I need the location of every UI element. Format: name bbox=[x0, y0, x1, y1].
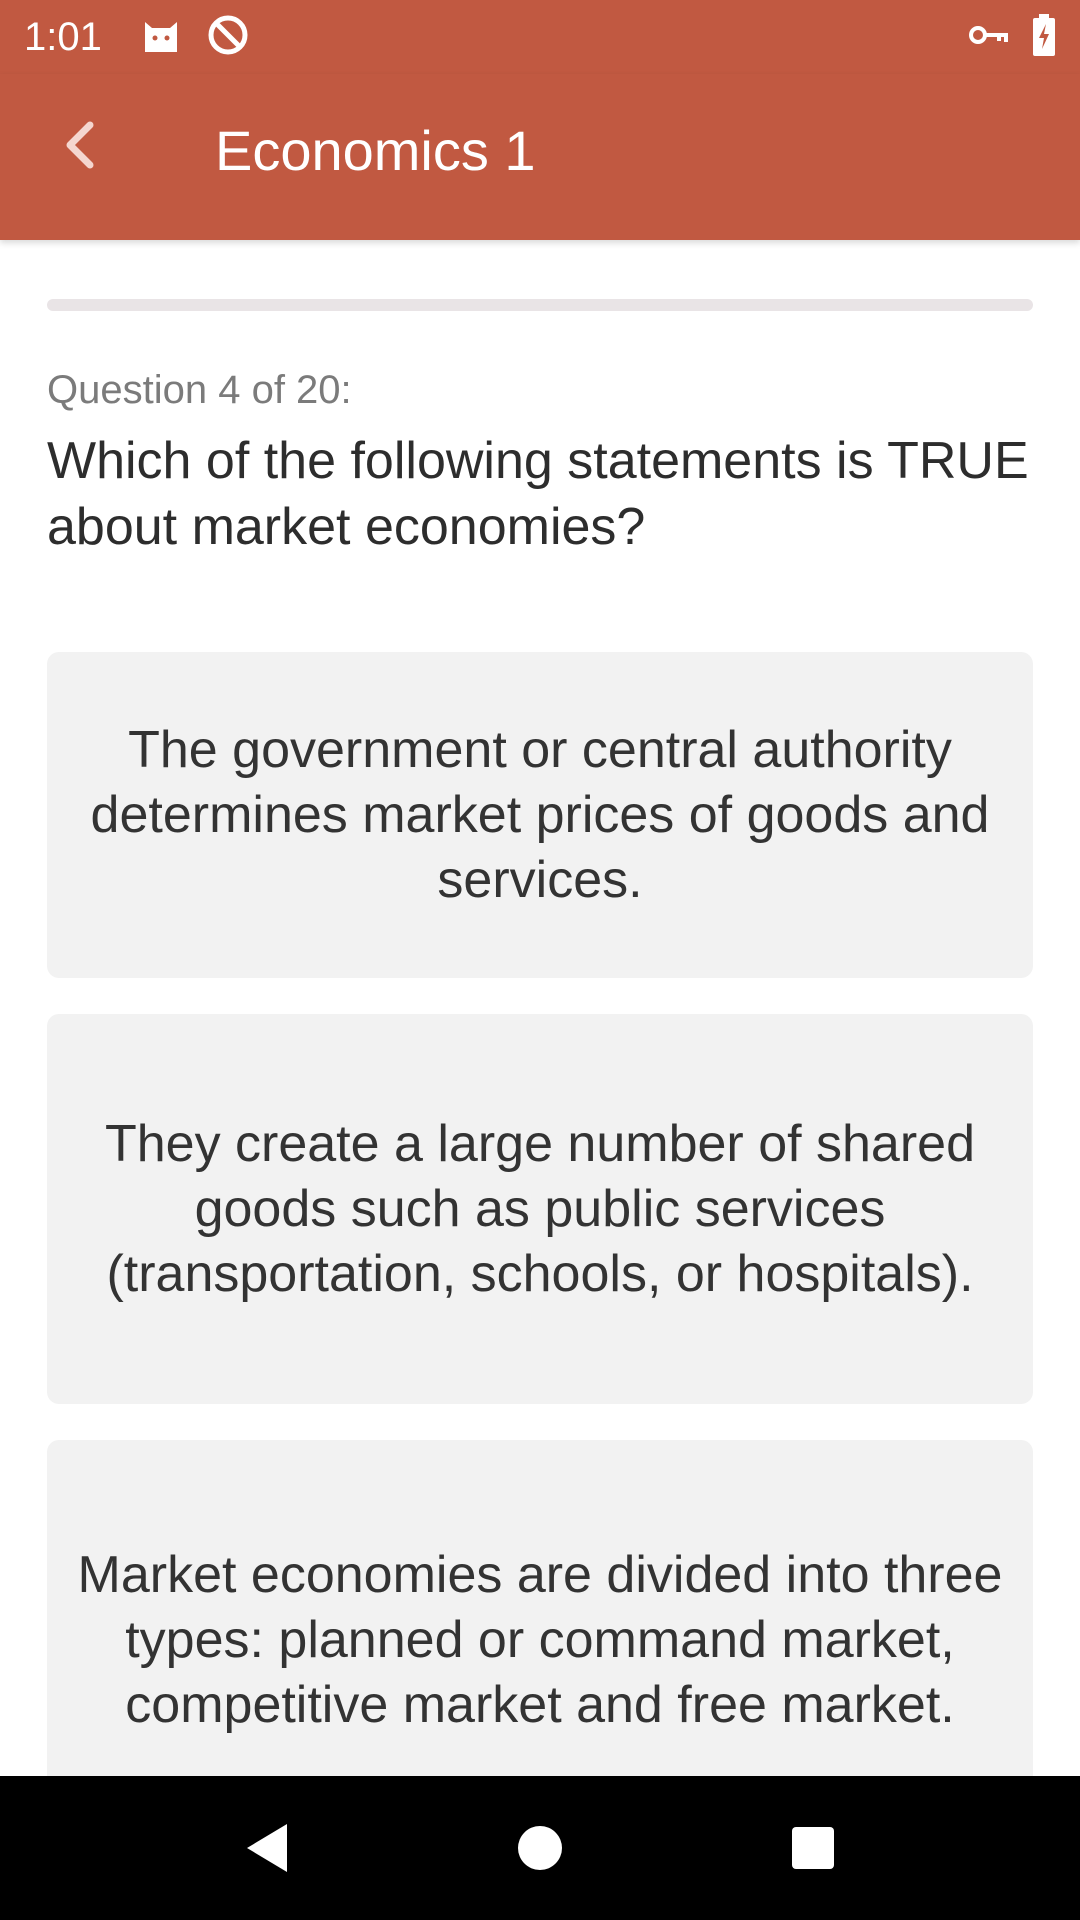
quiz-progress-bar bbox=[47, 299, 1033, 311]
answer-option-text: They create a large number of shared goo… bbox=[104, 1114, 976, 1303]
answer-option-1[interactable]: The government or central authority dete… bbox=[47, 652, 1033, 978]
blocked-circle-icon bbox=[206, 13, 250, 62]
answer-option-text: The government or central authority dete… bbox=[90, 720, 990, 909]
status-time: 1:01 bbox=[24, 14, 102, 59]
app-bar: Economics 1 bbox=[0, 74, 1080, 240]
status-right-icons bbox=[968, 13, 1056, 61]
status-left-icons bbox=[142, 13, 250, 62]
cat-notification-icon bbox=[142, 16, 180, 59]
question-text: Which of the following statements is TRU… bbox=[47, 432, 1029, 556]
vpn-key-icon bbox=[968, 20, 1008, 55]
system-nav-bar bbox=[0, 1776, 1080, 1920]
question-counter: Question 4 of 20: bbox=[47, 368, 352, 412]
home-circle-icon[interactable] bbox=[512, 1820, 568, 1876]
page-title: Economics 1 bbox=[215, 119, 536, 182]
back-triangle-icon[interactable] bbox=[241, 1820, 297, 1876]
back-button[interactable] bbox=[50, 117, 110, 177]
battery-charging-icon bbox=[1032, 13, 1056, 61]
answer-option-text: Market economies are divided into three … bbox=[77, 1545, 1003, 1734]
recents-square-icon[interactable] bbox=[785, 1820, 841, 1876]
status-bar: 1:01 bbox=[0, 0, 1080, 74]
answer-option-2[interactable]: They create a large number of shared goo… bbox=[47, 1014, 1033, 1404]
answer-list: The government or central authority dete… bbox=[47, 652, 1033, 1840]
chevron-left-icon bbox=[60, 121, 100, 174]
